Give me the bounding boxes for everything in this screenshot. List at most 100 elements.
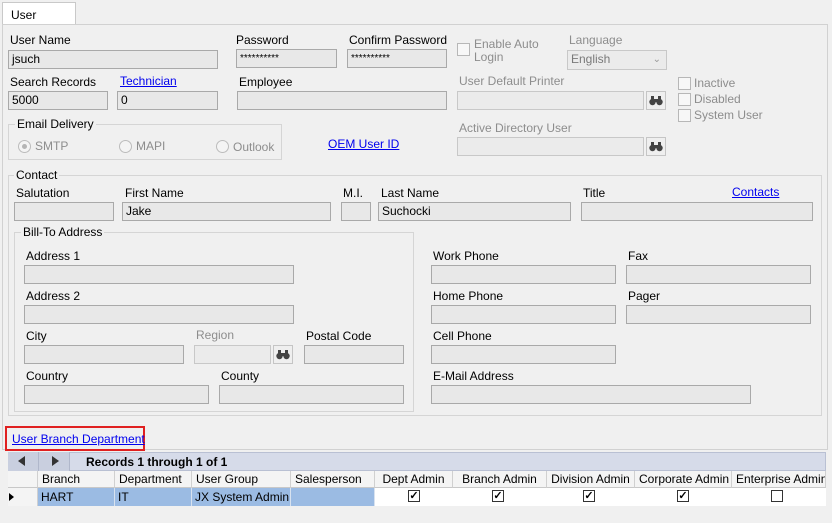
- default-printer-field[interactable]: [457, 91, 644, 110]
- pager-field[interactable]: [626, 305, 811, 324]
- password-label: Password: [236, 33, 289, 47]
- language-label: Language: [569, 33, 623, 47]
- nav-next-button[interactable]: [39, 452, 70, 471]
- col-header-branch-admin[interactable]: Branch Admin: [453, 471, 547, 488]
- dept-admin-checkbox[interactable]: ✓: [408, 490, 420, 502]
- language-select[interactable]: English ⌄: [567, 50, 667, 70]
- postal-code-label: Postal Code: [306, 329, 372, 343]
- outlook-radio[interactable]: [216, 140, 229, 153]
- address1-field[interactable]: [24, 265, 294, 284]
- postal-code-field[interactable]: [304, 345, 404, 364]
- fax-label: Fax: [628, 249, 649, 263]
- search-records-field[interactable]: 5000: [8, 91, 108, 110]
- division-admin-checkbox[interactable]: ✓: [583, 490, 595, 502]
- work-phone-label: Work Phone: [433, 249, 499, 263]
- smtp-radio[interactable]: [18, 140, 31, 153]
- cell-department[interactable]: IT: [115, 488, 192, 506]
- col-header-corporate-admin[interactable]: Corporate Admin: [635, 471, 732, 488]
- home-phone-label: Home Phone: [433, 289, 504, 303]
- col-header-salesperson[interactable]: Salesperson: [291, 471, 375, 488]
- region-field[interactable]: [194, 345, 271, 364]
- mi-label: M.I.: [343, 186, 363, 200]
- address2-field[interactable]: [24, 305, 294, 324]
- disabled-label: Disabled: [694, 92, 741, 106]
- cell-user-group[interactable]: JX System Admin: [192, 488, 291, 506]
- cell-phone-label: Cell Phone: [433, 329, 492, 343]
- printer-lookup-button[interactable]: [646, 91, 666, 110]
- system-user-checkbox[interactable]: [678, 109, 691, 122]
- technician-link[interactable]: Technician: [120, 74, 177, 88]
- pager-label: Pager: [628, 289, 661, 303]
- last-name-label: Last Name: [381, 186, 440, 200]
- col-header-enterprise-admin[interactable]: Enterprise Admin: [732, 471, 826, 488]
- default-printer-label: User Default Printer: [459, 74, 565, 88]
- email-delivery-label: Email Delivery: [15, 117, 96, 131]
- nav-prev-button[interactable]: [8, 452, 39, 471]
- home-phone-field[interactable]: [431, 305, 616, 324]
- active-directory-field[interactable]: [457, 137, 644, 156]
- user-name-label: User Name: [10, 33, 71, 47]
- col-header-branch[interactable]: Branch: [38, 471, 115, 488]
- email-address-label: E-Mail Address: [433, 369, 514, 383]
- county-label: County: [221, 369, 260, 383]
- col-header-department[interactable]: Department: [115, 471, 192, 488]
- tab-user-record[interactable]: User Record: [2, 2, 76, 36]
- salutation-label: Salutation: [16, 186, 70, 200]
- corporate-admin-checkbox[interactable]: ✓: [677, 490, 689, 502]
- col-header-user-group[interactable]: User Group: [192, 471, 291, 488]
- nav-next-icon: [52, 456, 59, 466]
- smtp-label: SMTP: [35, 139, 69, 153]
- col-header-dept-admin[interactable]: Dept Admin: [375, 471, 453, 488]
- address2-label: Address 2: [26, 289, 81, 303]
- first-name-field[interactable]: Jake: [122, 202, 331, 221]
- confirm-password-field[interactable]: **********: [347, 49, 447, 68]
- mapi-radio[interactable]: [119, 140, 132, 153]
- user-branch-department-link[interactable]: User Branch Department: [12, 432, 145, 446]
- language-value: English: [571, 52, 611, 66]
- disabled-checkbox[interactable]: [678, 93, 691, 106]
- employee-label: Employee: [239, 75, 293, 89]
- auto-login-checkbox[interactable]: [457, 43, 470, 56]
- enterprise-admin-checkbox[interactable]: [771, 490, 783, 502]
- binoculars-icon: [649, 96, 663, 106]
- address1-label: Address 1: [26, 249, 81, 263]
- cell-salesperson[interactable]: [291, 488, 375, 506]
- county-field[interactable]: [219, 385, 404, 404]
- country-field[interactable]: [24, 385, 209, 404]
- chevron-down-icon: ⌄: [652, 54, 661, 65]
- branch-admin-checkbox[interactable]: ✓: [492, 490, 504, 502]
- user-name-field[interactable]: jsuch: [8, 50, 218, 69]
- city-field[interactable]: [24, 345, 184, 364]
- oem-user-id-link[interactable]: OEM User ID: [328, 137, 399, 151]
- fax-field[interactable]: [626, 265, 811, 284]
- row-selector[interactable]: [8, 488, 38, 506]
- title-field[interactable]: [581, 202, 813, 221]
- col-header-division-admin[interactable]: Division Admin: [547, 471, 635, 488]
- active-directory-lookup-button[interactable]: [646, 137, 666, 156]
- cell-branch[interactable]: HART: [38, 488, 115, 506]
- work-phone-field[interactable]: [431, 265, 616, 284]
- city-label: City: [26, 329, 47, 343]
- region-label: Region: [196, 328, 235, 342]
- region-lookup-button[interactable]: [273, 345, 293, 364]
- search-records-label: Search Records: [10, 75, 97, 89]
- inactive-label: Inactive: [694, 76, 736, 90]
- contacts-link[interactable]: Contacts: [732, 185, 779, 199]
- last-name-field[interactable]: Suchocki: [378, 202, 571, 221]
- technician-field[interactable]: 0: [117, 91, 218, 110]
- active-directory-label: Active Directory User: [459, 121, 572, 135]
- auto-login-label-2: Login: [474, 50, 504, 64]
- auto-login-label-1: Enable Auto: [474, 37, 539, 51]
- salutation-field[interactable]: [14, 202, 114, 221]
- row-header-corner: [8, 471, 38, 488]
- mi-field[interactable]: [341, 202, 371, 221]
- row-pointer-icon: [9, 493, 14, 501]
- password-field[interactable]: **********: [236, 49, 337, 68]
- contact-label: Contact: [14, 168, 60, 182]
- system-user-label: System User: [694, 108, 763, 122]
- cell-phone-field[interactable]: [431, 345, 616, 364]
- inactive-checkbox[interactable]: [678, 77, 691, 90]
- email-address-field[interactable]: [431, 385, 751, 404]
- employee-field[interactable]: [237, 91, 447, 110]
- first-name-label: First Name: [125, 186, 184, 200]
